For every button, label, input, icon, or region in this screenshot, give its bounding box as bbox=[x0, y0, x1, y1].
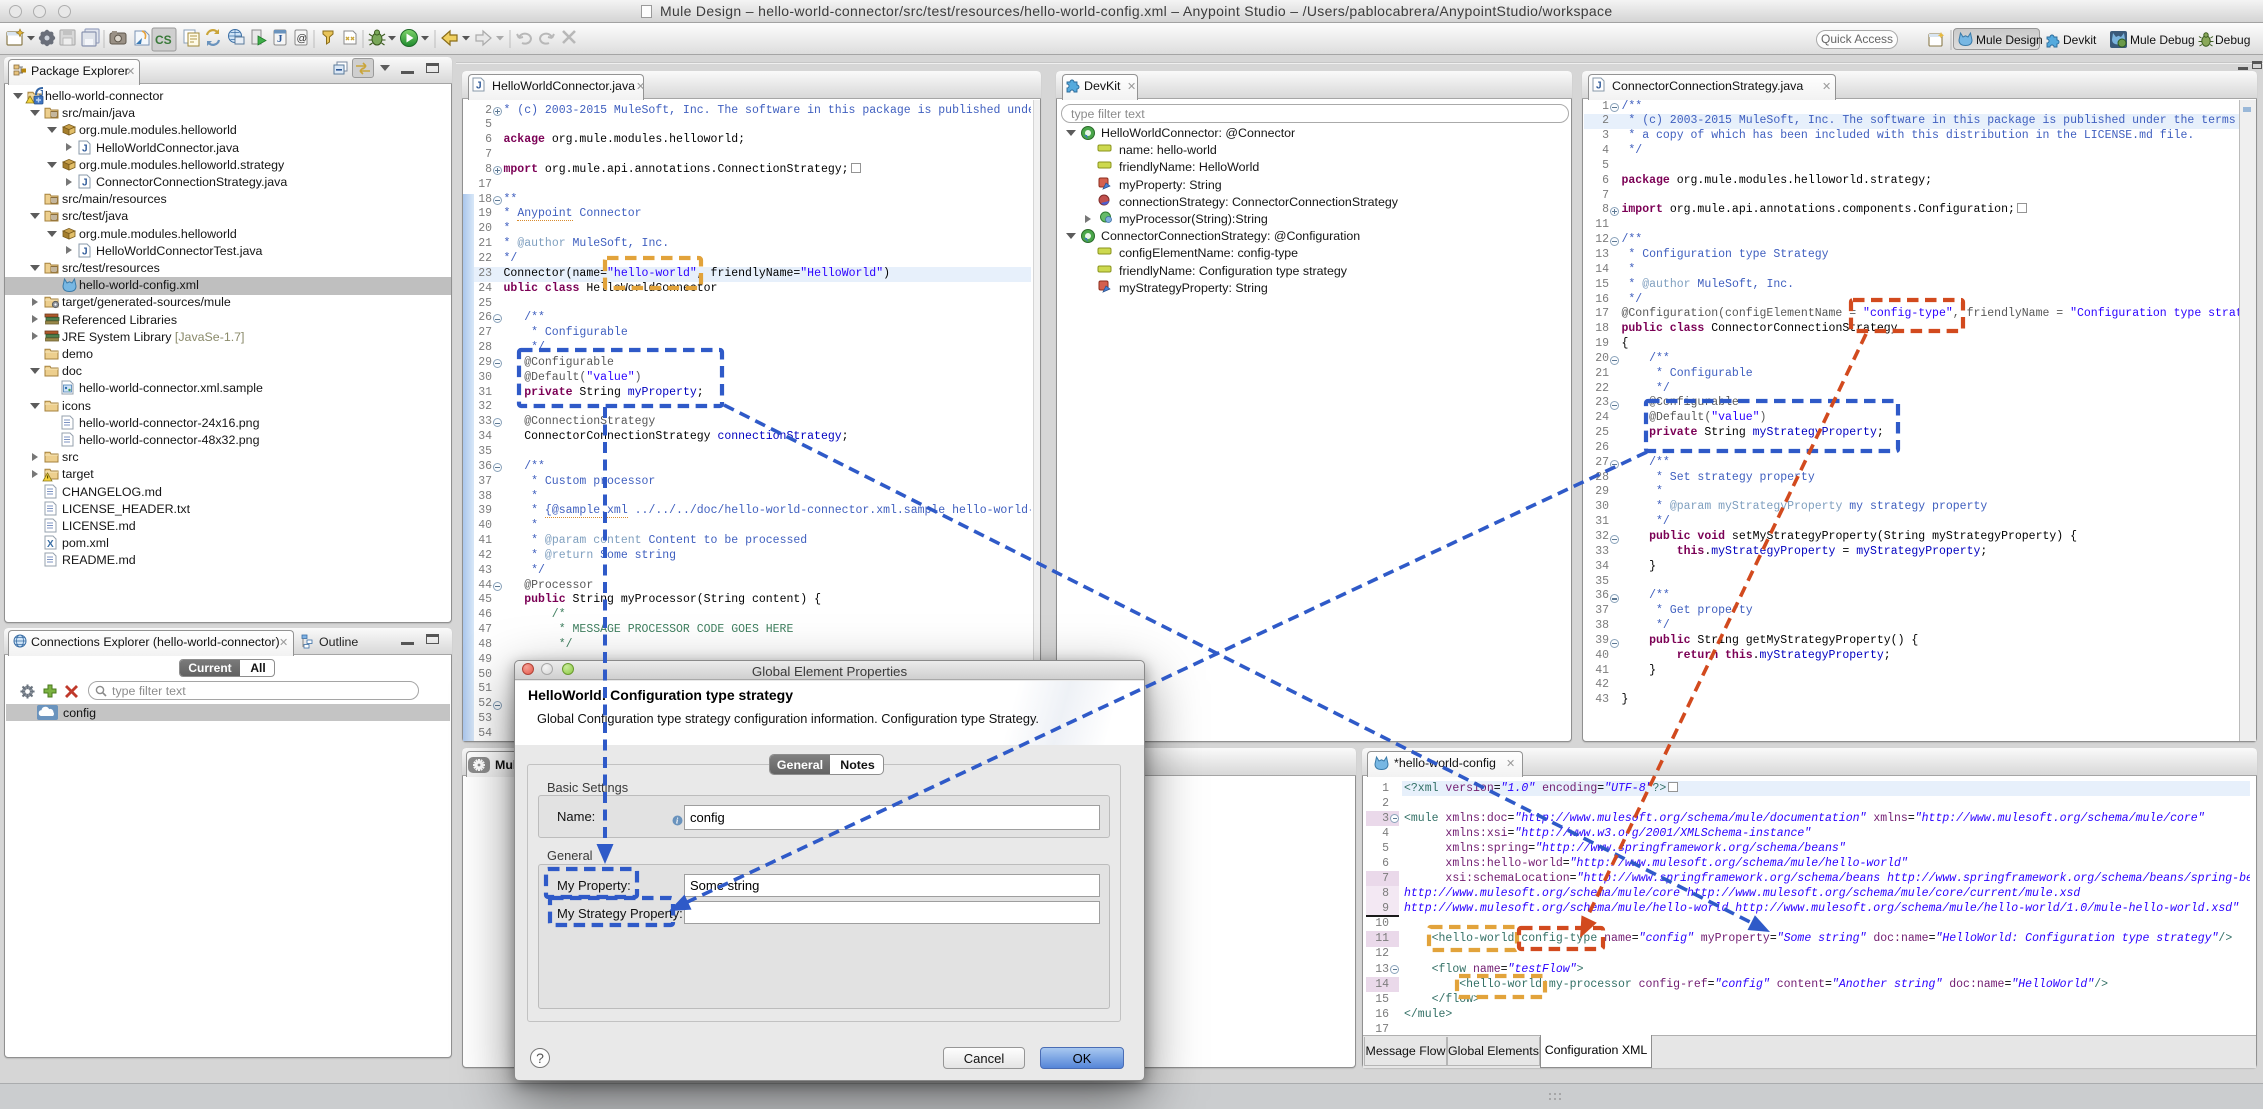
svg-text:X: X bbox=[47, 539, 54, 550]
svg-text:J: J bbox=[82, 246, 88, 257]
svg-text:J: J bbox=[1596, 81, 1602, 92]
svg-text:J: J bbox=[82, 178, 88, 189]
svg-text:@: @ bbox=[297, 33, 308, 45]
svg-text:J: J bbox=[476, 81, 482, 92]
svg-text:J: J bbox=[82, 143, 88, 154]
svg-text:J: J bbox=[277, 33, 283, 45]
svg-text:CS: CS bbox=[155, 33, 172, 47]
